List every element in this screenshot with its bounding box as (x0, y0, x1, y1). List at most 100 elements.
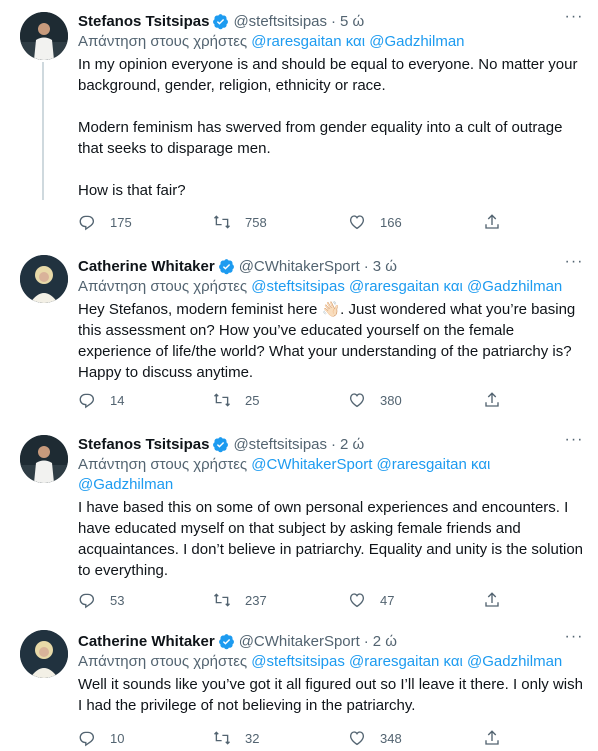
reply-button[interactable]: 175 (78, 213, 213, 231)
reply-icon (79, 215, 95, 231)
replying-to: Απάντηση στους χρήστες @CWhitakerSport @… (78, 455, 584, 495)
tweet[interactable]: Catherine Whitaker @CWhitakerSport · 3 ώ… (0, 245, 598, 430)
avatar[interactable] (20, 12, 68, 60)
action-bar: 10 32 348 (78, 728, 598, 748)
retweet-count: 32 (245, 730, 260, 746)
thread-line (42, 62, 44, 200)
like-count: 47 (380, 592, 395, 608)
separator: · (331, 435, 337, 453)
tweet[interactable]: Stefanos Tsitsipas @steftsitsipas · 2 ώ … (0, 425, 598, 615)
share-icon (485, 214, 499, 229)
display-name[interactable]: Catherine Whitaker (78, 258, 215, 275)
tweet-text-part: Hey Stefanos, modern feminist here (78, 301, 322, 318)
action-bar: 175 758 166 (78, 212, 598, 232)
like-icon (349, 593, 365, 608)
retweet-count: 758 (245, 214, 267, 230)
replying-to: Απάντηση στους χρήστες @steftsitsipas @r… (78, 277, 584, 297)
tweet-text: I have based this on some of own persona… (78, 499, 588, 579)
conjunction: και (345, 33, 366, 50)
reply-count: 14 (110, 392, 125, 408)
mention-link[interactable]: @Gadzhilman (467, 653, 562, 670)
share-button[interactable] (483, 391, 598, 409)
retweet-count: 25 (245, 392, 260, 408)
mention-link[interactable]: @raresgaitan (251, 33, 341, 50)
like-count: 166 (380, 214, 402, 230)
reply-button[interactable]: 14 (78, 391, 213, 409)
retweet-button[interactable]: 32 (213, 729, 348, 747)
verified-badge-icon (218, 258, 234, 274)
separator: · (331, 12, 337, 30)
replying-to: Απάντηση στους χρήστες @steftsitsipas @r… (78, 652, 584, 672)
mention-link[interactable]: @Gadzhilman (78, 476, 173, 493)
like-button[interactable]: 380 (348, 391, 483, 409)
tweet-text: Hey Stefanos, modern feminist here 👋🏻. J… (78, 299, 584, 383)
share-button[interactable] (483, 213, 598, 231)
retweet-icon (214, 593, 230, 607)
like-icon (349, 393, 365, 408)
display-name[interactable]: Catherine Whitaker (78, 633, 215, 650)
replying-prefix: Απάντηση στους χρήστες (78, 278, 248, 295)
retweet-button[interactable]: 25 (213, 391, 348, 409)
more-icon[interactable]: ··· (564, 9, 584, 30)
action-bar: 53 237 47 (78, 590, 598, 610)
timestamp[interactable]: 2 ώ (373, 633, 397, 650)
retweet-button[interactable]: 758 (213, 213, 348, 231)
tweet[interactable]: Catherine Whitaker @CWhitakerSport · 2 ώ… (0, 622, 598, 751)
action-bar: 14 25 380 (78, 390, 598, 410)
clap-emoji: 👋🏻 (321, 301, 341, 318)
retweet-icon (214, 731, 230, 745)
mention-link[interactable]: @steftsitsipas (251, 278, 345, 295)
handle[interactable]: @CWhitakerSport (239, 258, 360, 275)
mention-link[interactable]: @raresgaitan (377, 456, 467, 473)
more-icon[interactable]: ··· (564, 254, 584, 275)
like-count: 348 (380, 730, 402, 746)
timestamp[interactable]: 2 ώ (340, 436, 364, 453)
share-icon (485, 392, 499, 407)
avatar[interactable] (20, 630, 68, 678)
replying-prefix: Απάντηση στους χρήστες (78, 653, 248, 670)
display-name[interactable]: Stefanos Tsitsipas (78, 436, 209, 453)
conjunction: και (443, 278, 463, 295)
timestamp[interactable]: 3 ώ (373, 258, 397, 275)
like-button[interactable]: 47 (348, 591, 483, 609)
retweet-icon (214, 215, 230, 229)
reply-count: 10 (110, 730, 125, 746)
reply-icon (79, 393, 95, 409)
handle[interactable]: @steftsitsipas (233, 13, 327, 30)
avatar[interactable] (20, 435, 68, 483)
tweet-text: In my opinion everyone is and should be … (78, 56, 578, 199)
display-name[interactable]: Stefanos Tsitsipas (78, 13, 209, 30)
separator: · (363, 257, 369, 275)
mention-link[interactable]: @CWhitakerSport (251, 456, 372, 473)
timestamp[interactable]: 5 ώ (340, 13, 364, 30)
reply-icon (79, 593, 95, 609)
verified-badge-icon (213, 13, 229, 29)
like-button[interactable]: 166 (348, 213, 483, 231)
more-icon[interactable]: ··· (564, 432, 584, 453)
mention-link[interactable]: @raresgaitan (349, 653, 439, 670)
mention-link[interactable]: @raresgaitan (349, 278, 439, 295)
conjunction: και (471, 456, 491, 473)
retweet-button[interactable]: 237 (213, 591, 348, 609)
verified-badge-icon (213, 436, 229, 452)
retweet-count: 237 (245, 592, 267, 608)
share-button[interactable] (483, 591, 598, 609)
mention-link[interactable]: @Gadzhilman (369, 33, 464, 50)
reply-button[interactable]: 10 (78, 729, 213, 747)
share-button[interactable] (483, 729, 598, 747)
handle[interactable]: @steftsitsipas (233, 436, 327, 453)
conjunction: και (443, 653, 463, 670)
like-button[interactable]: 348 (348, 729, 483, 747)
more-icon[interactable]: ··· (564, 629, 584, 650)
handle[interactable]: @CWhitakerSport (239, 633, 360, 650)
mention-link[interactable]: @Gadzhilman (467, 278, 562, 295)
reply-count: 175 (110, 214, 132, 230)
reply-button[interactable]: 53 (78, 591, 213, 609)
avatar[interactable] (20, 255, 68, 303)
replying-to: Απάντηση στους χρήστες @raresgaitan και … (78, 32, 584, 52)
separator: · (363, 632, 369, 650)
tweet[interactable]: Stefanos Tsitsipas @steftsitsipas · 5 ώ … (0, 0, 598, 231)
replying-prefix: Απάντηση στους χρήστες (78, 33, 248, 50)
like-icon (349, 215, 365, 230)
mention-link[interactable]: @steftsitsipas (251, 653, 345, 670)
